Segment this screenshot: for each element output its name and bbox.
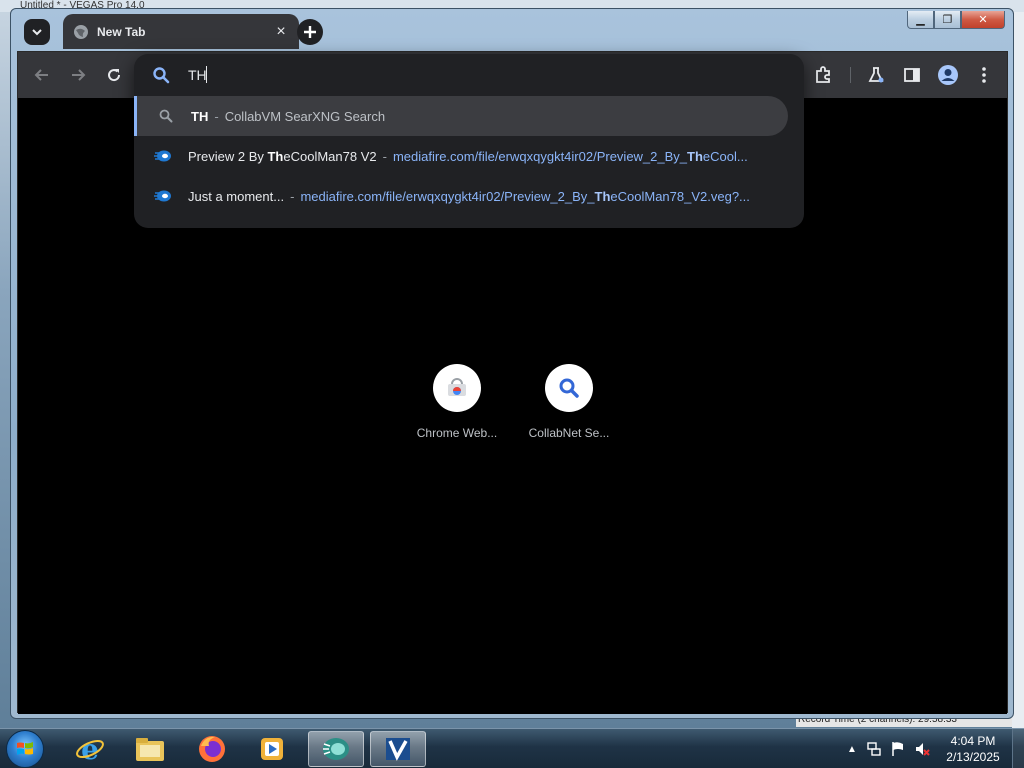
taskbar-vegas-pro[interactable]	[370, 731, 426, 767]
tab-title: New Tab	[97, 24, 146, 39]
tray-show-hidden-icon[interactable]: ▲	[844, 741, 860, 757]
suggestion-separator: -	[290, 188, 295, 204]
suggestion-description: CollabVM SearXNG Search	[224, 108, 386, 124]
shortcut-icon-circle	[433, 364, 481, 412]
suggestion-separator: -	[214, 108, 219, 124]
internet-explorer-icon: e	[76, 734, 104, 764]
tray-network-icon[interactable]	[866, 741, 882, 757]
three-dots-icon	[982, 67, 986, 83]
suggestion-text: TH	[191, 108, 209, 124]
folder-icon	[136, 738, 164, 761]
taskbar-file-explorer[interactable]	[122, 731, 178, 767]
shortcut-label: CollabNet Se...	[528, 426, 610, 440]
search-icon	[559, 378, 579, 398]
omnibox-input[interactable]	[188, 64, 768, 86]
show-desktop-button[interactable]	[1012, 729, 1024, 768]
search-icon	[159, 109, 173, 123]
new-tab-button[interactable]	[297, 19, 323, 45]
toolbar-divider	[850, 67, 851, 83]
clock-time: 4:04 PM	[950, 734, 996, 748]
labs-button[interactable]	[864, 63, 888, 87]
tab-close-button[interactable]: ×	[273, 23, 289, 40]
volume-muted-icon	[916, 743, 930, 756]
globe-icon	[74, 24, 88, 39]
plus-icon	[304, 26, 316, 38]
chevron-down-icon	[32, 29, 42, 36]
chromium-icon	[323, 738, 349, 760]
taskbar-firefox[interactable]	[184, 731, 240, 767]
suggestion-search[interactable]: TH - CollabVM SearXNG Search	[134, 96, 788, 136]
shortcut-label: Chrome Web...	[416, 426, 498, 440]
reload-button[interactable]	[102, 63, 126, 87]
side-panel-button[interactable]	[900, 63, 924, 87]
browser-viewport: Chrome Web... CollabNet Se... TH - Colla…	[17, 51, 1008, 714]
network-icon	[867, 742, 881, 756]
side-panel-icon	[904, 68, 920, 82]
extensions-button[interactable]	[811, 63, 835, 87]
reload-icon	[108, 69, 121, 82]
browser-window: ▁ ❐ ✕ New Tab × Chrome Web... CollabNet …	[10, 8, 1014, 719]
search-icon	[153, 67, 170, 84]
taskbar-clock[interactable]: 4:04 PM 2/13/2025	[938, 733, 1008, 765]
shortcut-chrome-web-store[interactable]: Chrome Web...	[407, 364, 507, 440]
taskbar-media-player[interactable]	[244, 731, 300, 767]
firefox-icon	[199, 736, 225, 762]
chrome-web-store-icon	[448, 378, 466, 396]
puzzle-icon	[816, 66, 830, 83]
taskbar: e ▲ 4:04 PM 2/13/2025	[0, 728, 1024, 768]
suggestion-history-2[interactable]: Just a moment... - mediafire.com/file/er…	[134, 176, 788, 216]
back-button[interactable]	[30, 63, 54, 87]
menu-button[interactable]	[972, 63, 996, 87]
mediafire-icon	[154, 190, 171, 202]
tab-strip: New Tab ×	[11, 9, 1013, 53]
vegas-pro-icon	[386, 738, 410, 761]
suggestion-url: mediafire.com/file/erwqxqygkt4ir02/Previ…	[392, 148, 748, 164]
tab-new-tab[interactable]: New Tab ×	[63, 14, 299, 49]
windows-logo-icon	[17, 742, 33, 755]
tab-search-button[interactable]	[24, 19, 50, 45]
media-player-icon	[261, 738, 283, 760]
suggestion-history-1[interactable]: Preview 2 By TheCoolMan78 V2 - mediafire…	[134, 136, 788, 176]
flag-icon	[892, 742, 903, 756]
flask-icon	[868, 67, 884, 83]
forward-button[interactable]	[66, 63, 90, 87]
mediafire-icon	[154, 150, 171, 162]
profile-button[interactable]	[936, 63, 960, 87]
svg-text:e: e	[81, 734, 99, 764]
arrow-left-icon	[34, 69, 48, 81]
shortcut-icon-circle	[545, 364, 593, 412]
tray-action-center-icon[interactable]	[890, 741, 906, 757]
shortcut-collabnet-search[interactable]: CollabNet Se...	[519, 364, 619, 440]
clock-date: 2/13/2025	[946, 750, 1000, 764]
account-icon	[938, 65, 958, 85]
tray-volume-icon[interactable]	[914, 741, 930, 757]
start-button[interactable]	[6, 730, 44, 768]
taskbar-chromium[interactable]	[308, 731, 364, 767]
suggestion-title: Just a moment...	[188, 188, 285, 204]
suggestion-separator: -	[382, 148, 387, 164]
omnibox-dropdown: TH - CollabVM SearXNG Search Preview 2 B…	[134, 54, 804, 228]
suggestion-title: Preview 2 By TheCoolMan78 V2	[188, 148, 377, 164]
suggestion-url: mediafire.com/file/erwqxqygkt4ir02/Previ…	[300, 188, 750, 204]
text-caret	[206, 66, 207, 83]
omnibox	[134, 54, 804, 94]
arrow-right-icon	[72, 69, 86, 81]
taskbar-internet-explorer[interactable]: e	[62, 731, 118, 767]
